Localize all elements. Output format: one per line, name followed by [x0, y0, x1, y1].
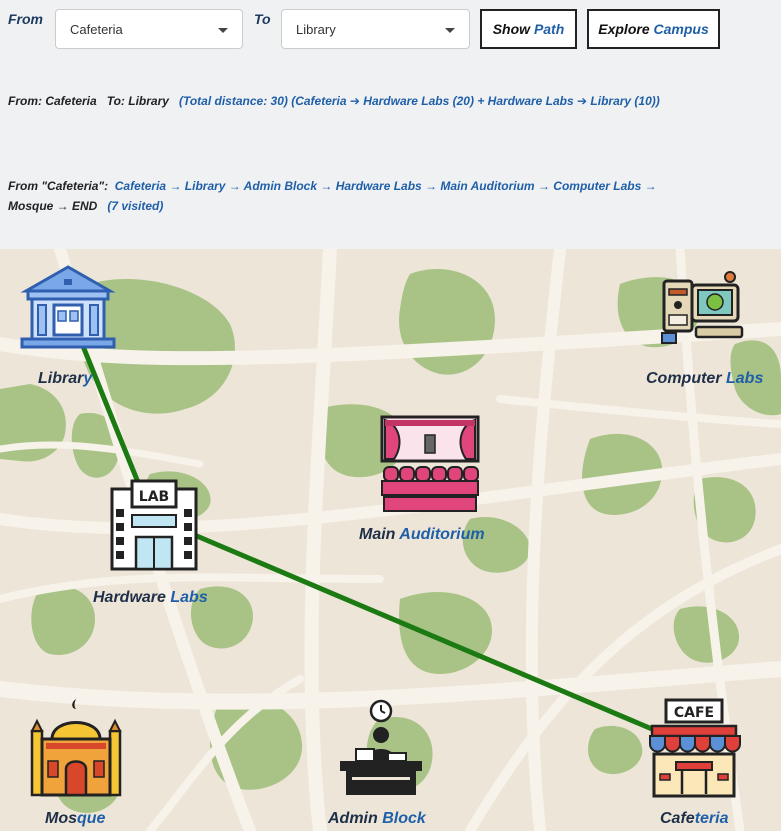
to-label: To [254, 11, 271, 27]
chevron-down-icon [218, 28, 228, 33]
library-label-b: y [83, 370, 93, 387]
cafe-icon[interactable]: CAFE [646, 698, 742, 798]
explore-prefix: From "Cafeteria": [8, 179, 109, 193]
hardware-labs-label: Hardware Labs [93, 589, 208, 607]
library-label: Library [38, 370, 92, 388]
show-path-button[interactable]: Show Path [480, 9, 577, 49]
library-label-a: Librar [38, 370, 84, 387]
auditorium-icon[interactable] [380, 415, 480, 515]
explore-result-line2: Mosque → END (7 visited) [8, 199, 163, 213]
campus-map[interactable]: Library Computer Labs Main Auditorium LA… [0, 249, 781, 831]
from-select-value: Cafeteria [70, 22, 123, 37]
show-path-label-b: Path [533, 21, 565, 37]
path-from: From: Cafeteria [8, 94, 97, 108]
chevron-down-icon [445, 28, 455, 33]
cafeteria-label: Cafeteria [660, 810, 728, 828]
from-label: From [8, 11, 43, 27]
admin-block-label-a: Admin [328, 810, 383, 827]
library-icon[interactable] [20, 265, 116, 349]
show-path-label-a: Show [492, 21, 534, 37]
main-auditorium-label: Main Auditorium [359, 526, 485, 544]
cafeteria-label-b: teria [694, 810, 729, 827]
path-detail: (Total distance: 30) (Cafeteria ➔ Hardwa… [178, 94, 660, 108]
path-to: To: Library [106, 94, 169, 108]
explore-result-line1: From "Cafeteria": Cafeteria → Library → … [8, 179, 657, 193]
explore-route-end: Mosque → END [8, 199, 98, 213]
admin-desk-icon[interactable] [338, 699, 424, 797]
explore-label-b: Campus [653, 21, 709, 37]
computer-icon[interactable] [660, 269, 746, 345]
explore-route: Cafeteria → Library → Admin Block → Hard… [114, 179, 657, 193]
mosque-icon[interactable] [26, 695, 126, 799]
mosque-label: Mosque [45, 810, 105, 828]
explore-label-a: Explore [598, 21, 654, 37]
explore-visited: (7 visited) [107, 199, 164, 213]
hardware-labs-label-b: Labs [170, 589, 208, 606]
from-select[interactable]: Cafeteria [55, 9, 243, 49]
computer-labs-label-a: Computer [646, 370, 726, 387]
main-auditorium-label-a: Main [359, 526, 400, 543]
mosque-label-a: Mos [45, 810, 77, 827]
computer-labs-label-b: Labs [726, 370, 764, 387]
to-select[interactable]: Library [281, 9, 470, 49]
lab-sign-text: LAB [139, 489, 169, 505]
cafe-sign-text: CAFE [674, 705, 714, 721]
mosque-label-b: que [77, 810, 106, 827]
hardware-labs-label-a: Hardware [93, 589, 171, 606]
hardware-lab-icon[interactable]: LAB [106, 475, 202, 571]
path-result: From: Cafeteria To: Library (Total dista… [8, 94, 660, 108]
admin-block-label-b: Block [382, 810, 426, 827]
explore-campus-button[interactable]: Explore Campus [587, 9, 720, 49]
main-auditorium-label-b: Auditorium [399, 526, 485, 543]
cafeteria-label-a: Cafe [660, 810, 695, 827]
to-select-value: Library [296, 22, 336, 37]
admin-block-label: Admin Block [328, 810, 426, 828]
computer-labs-label: Computer Labs [646, 370, 763, 388]
